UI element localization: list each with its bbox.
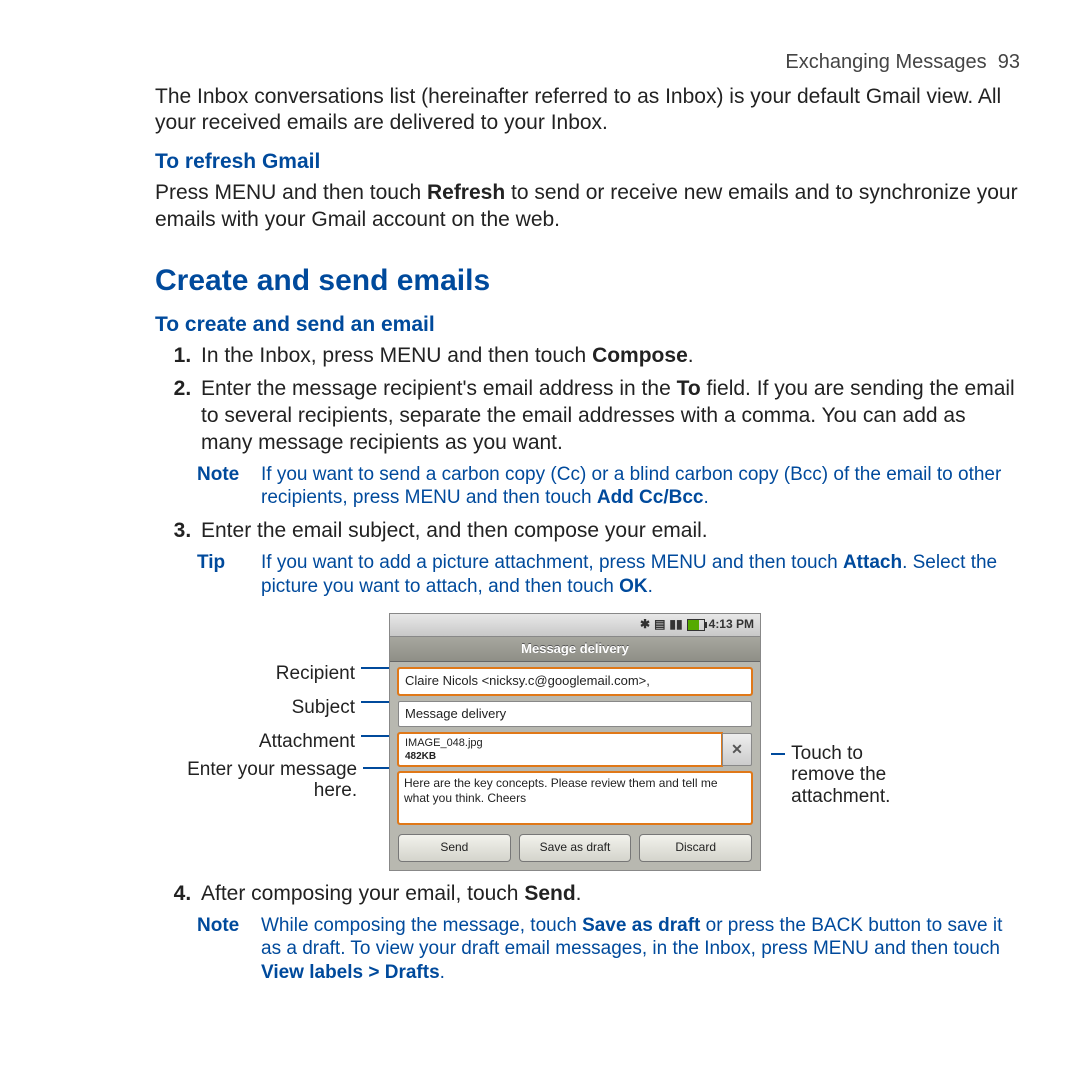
bold: Send <box>524 882 575 905</box>
bold: To <box>677 377 701 400</box>
compose-form: Claire Nicols <nicksy.c@googlemail.com>,… <box>390 662 760 869</box>
step-3: Enter the email subject, and then compos… <box>197 518 1020 545</box>
bold: OK <box>619 576 648 597</box>
note-body: If you want to send a carbon copy (Cc) o… <box>261 463 1020 511</box>
subject-field[interactable]: Message delivery <box>398 701 752 728</box>
bold: Add Cc/Bcc <box>597 487 704 508</box>
attachment-chip[interactable]: IMAGE_048.jpg 482KB <box>398 733 722 766</box>
network-3g-icon: ▤ <box>654 617 665 632</box>
button-row: Send Save as draft Discard <box>398 834 752 861</box>
text: Enter the message recipient's email addr… <box>201 377 677 400</box>
text: . <box>576 882 582 905</box>
bluetooth-icon: ✱ <box>640 617 650 632</box>
attachment-filename: IMAGE_048.jpg <box>405 736 716 750</box>
note-1: Note If you want to send a carbon copy (… <box>155 463 1020 511</box>
leader-line <box>361 701 389 703</box>
bold: Refresh <box>427 181 505 204</box>
window-title: Message delivery <box>390 637 760 663</box>
leader-line <box>771 753 785 755</box>
steps-list-cont2: After composing your email, touch Send. <box>155 881 1020 908</box>
clock: 4:13 PM <box>709 617 754 632</box>
phone-mockup: ✱ ▤ ▮▮ 4:13 PM Message delivery Claire N… <box>389 613 761 871</box>
refresh-heading: To refresh Gmail <box>155 149 1020 176</box>
label: Recipient <box>276 663 355 685</box>
steps-list-cont: Enter the email subject, and then compos… <box>155 518 1020 545</box>
leader-line <box>363 767 389 769</box>
callout-remove-attachment: Touch to remove the attachment. <box>771 743 931 809</box>
note-body: While composing the message, touch Save … <box>261 914 1020 985</box>
left-callouts: Recipient Subject Attachment Enter your … <box>155 613 389 829</box>
text: While composing the message, touch <box>261 915 582 936</box>
tip: Tip If you want to add a picture attachm… <box>155 551 1020 599</box>
message-body-field[interactable]: Here are the key concepts. Please review… <box>398 772 752 824</box>
battery-icon <box>687 619 705 631</box>
callout-subject: Subject <box>155 691 389 725</box>
bold: Attach <box>843 552 902 573</box>
label: Touch to remove the attachment. <box>791 743 931 809</box>
label: Attachment <box>259 731 355 753</box>
bold: Compose <box>592 344 688 367</box>
text: Press MENU and then touch <box>155 181 427 204</box>
status-bar: ✱ ▤ ▮▮ 4:13 PM <box>390 614 760 637</box>
tip-label: Tip <box>197 551 261 599</box>
label: Enter your message here. <box>155 759 357 803</box>
save-draft-button[interactable]: Save as draft <box>519 834 632 861</box>
callout-attachment: Attachment <box>155 725 389 759</box>
text: . <box>440 962 445 983</box>
note-label: Note <box>197 463 261 511</box>
note-label: Note <box>197 914 261 985</box>
step-4: After composing your email, touch Send. <box>197 881 1020 908</box>
step-1: In the Inbox, press MENU and then touch … <box>197 343 1020 370</box>
send-button[interactable]: Send <box>398 834 511 861</box>
tip-body: If you want to add a picture attachment,… <box>261 551 1020 599</box>
signal-icon: ▮▮ <box>669 617 682 632</box>
bold: Save as draft <box>582 915 700 936</box>
running-header: Exchanging Messages 93 <box>155 50 1020 76</box>
discard-button[interactable]: Discard <box>639 834 752 861</box>
remove-attachment-button[interactable]: ✕ <box>722 733 752 766</box>
leader-line <box>361 667 389 669</box>
to-field[interactable]: Claire Nicols <nicksy.c@googlemail.com>, <box>398 668 752 695</box>
create-heading: To create and send an email <box>155 312 1020 339</box>
step-2: Enter the message recipient's email addr… <box>197 376 1020 457</box>
label: Subject <box>292 697 355 719</box>
callout-message: Enter your message here. <box>155 759 389 829</box>
text: . <box>648 576 653 597</box>
right-callouts: Touch to remove the attachment. <box>761 613 931 809</box>
bold: View labels > Drafts <box>261 962 440 983</box>
steps-list: In the Inbox, press MENU and then touch … <box>155 343 1020 457</box>
attachment-row: IMAGE_048.jpg 482KB ✕ <box>398 733 752 766</box>
manual-page: Exchanging Messages 93 The Inbox convers… <box>0 0 1080 985</box>
text: . <box>688 344 694 367</box>
page-number: 93 <box>998 51 1020 73</box>
refresh-paragraph: Press MENU and then touch Refresh to sen… <box>155 180 1020 234</box>
text: In the Inbox, press MENU and then touch <box>201 344 592 367</box>
attachment-size: 482KB <box>405 751 716 764</box>
leader-line <box>361 735 389 737</box>
section-name: Exchanging Messages <box>785 51 986 73</box>
note-2: Note While composing the message, touch … <box>155 914 1020 985</box>
section-title: Create and send emails <box>155 262 1020 300</box>
intro-paragraph: The Inbox conversations list (hereinafte… <box>155 84 1020 138</box>
text: If you want to add a picture attachment,… <box>261 552 843 573</box>
compose-figure: Recipient Subject Attachment Enter your … <box>155 613 1020 871</box>
text: After composing your email, touch <box>201 882 524 905</box>
text: . <box>703 487 708 508</box>
callout-recipient: Recipient <box>155 657 389 691</box>
